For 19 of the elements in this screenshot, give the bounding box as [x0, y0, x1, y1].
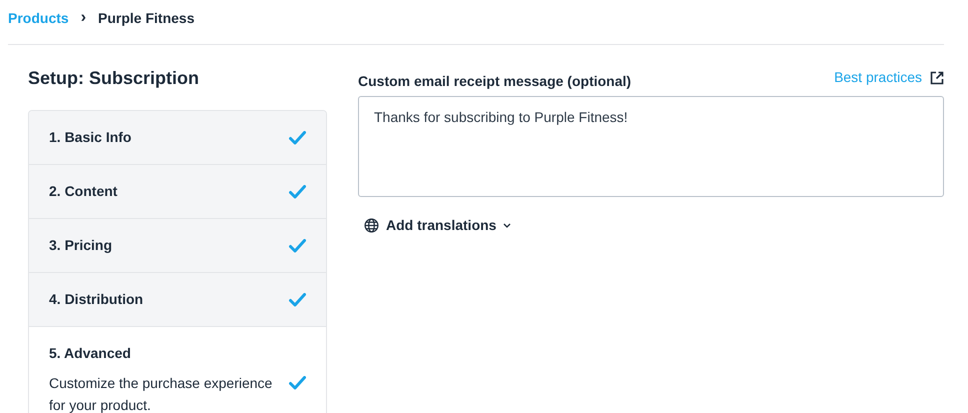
step-label: 5. Advanced	[49, 344, 131, 363]
step-description: Customize the purchase experience for your product.	[49, 374, 274, 413]
step-label: 4. Distribution	[49, 290, 144, 309]
step-label: 2. Content	[49, 182, 118, 201]
setup-step[interactable]: 4. Distribution	[29, 273, 326, 327]
setup-step[interactable]: 3. Pricing	[29, 219, 326, 273]
message-field[interactable]: Thanks for subscribing to Purple Fitness!	[358, 96, 944, 197]
globe-icon	[364, 218, 379, 233]
add-translations-button[interactable]: Add translations	[364, 215, 512, 236]
setup-title: Setup: Subscription	[28, 67, 200, 90]
breadcrumb-current: Purple Fitness	[98, 8, 194, 28]
step-label: 3. Pricing	[49, 236, 112, 255]
step-label: 1. Basic Info	[49, 128, 132, 147]
field-label: Custom email receipt message (optional)	[358, 72, 632, 91]
setup-step[interactable]: 1. Basic Info	[29, 111, 326, 165]
chevron-down-icon	[503, 223, 512, 228]
setup-step[interactable]: 2. Content	[29, 165, 326, 219]
breadcrumb-separator: ›	[80, 8, 86, 28]
external-link-icon	[930, 70, 944, 84]
